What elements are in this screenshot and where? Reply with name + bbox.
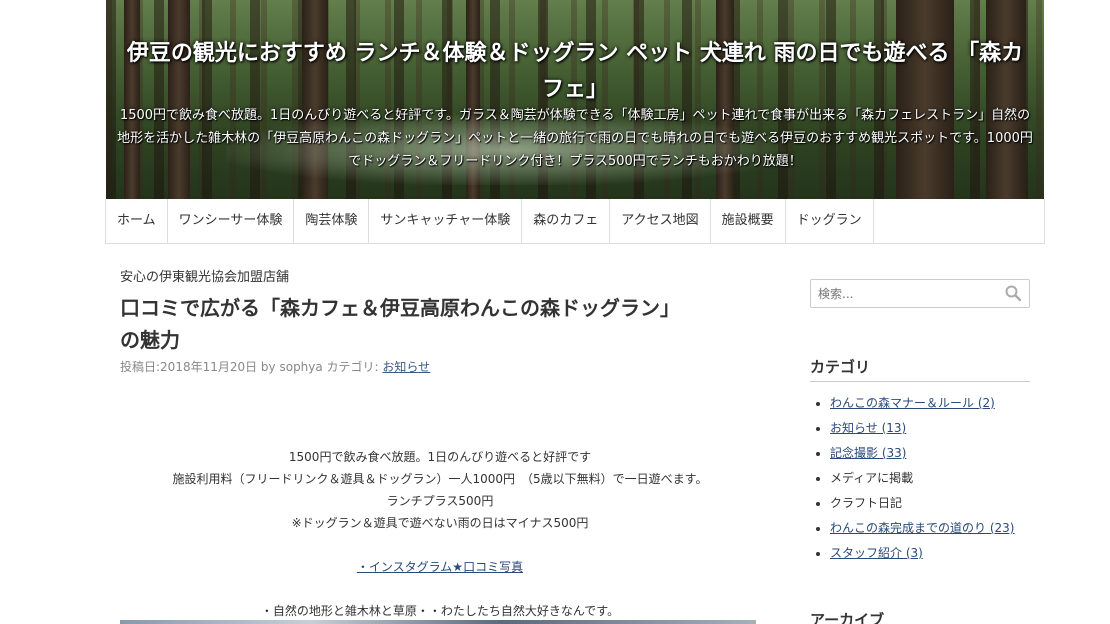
list-item: わんこの森マナー＆ルール (2) [830,391,1030,416]
post-title-line1: 口コミで広がる「森カフェ＆伊豆高原わんこの森ドッグラン」 [120,296,680,320]
list-item: メディアに掲載 [830,466,1030,491]
body-line: 施設利用料（フリードリンク＆遊具＆ドッグラン）一人1000円 （5歳以下無料）で… [172,472,708,486]
search-input[interactable] [811,280,1029,307]
nav-item-dogrun[interactable]: ドッグラン [786,199,874,243]
categories-title: カテゴリ [810,356,1030,382]
post-photo [120,620,756,624]
list-item: スタッフ紹介 (3) [830,541,1030,566]
site-description: 1500円で飲み食べ放題。1日のんびり遊べると好評です。ガラス＆陶芸が体験できる… [117,108,1033,169]
post-title: 口コミで広がる「森カフェ＆伊豆高原わんこの森ドッグラン」 の魅力 [120,292,760,356]
list-item: わんこの森完成までの道のり (23) [830,516,1030,541]
category-link[interactable]: スタッフ紹介 (3) [830,546,923,560]
search-icon[interactable] [1005,285,1021,301]
post-meta-text: 投稿日:2018年11月20日 by sophya カテゴリ: [120,360,383,374]
nav-item-access[interactable]: アクセス地図 [610,199,711,243]
post-title-line2: の魅力 [120,328,180,352]
nav-item-pottery[interactable]: 陶芸体験 [294,199,370,243]
category-link[interactable]: 記念撮影 (33) [830,446,906,460]
list-item: お知らせ (13) [830,416,1030,441]
list-item: 記念撮影 (33) [830,441,1030,466]
archive-title: アーカイブ [810,611,885,624]
category-list: わんこの森マナー＆ルール (2) お知らせ (13) 記念撮影 (33) メディ… [810,391,1030,566]
body-line: ※ドッグラン＆遊具で遊べない雨の日はマイナス500円 [291,516,589,530]
site-header: 伊豆の観光におすすめ ランチ＆体験＆ドッグラン ペット 犬連れ 雨の日でも遊べる… [106,0,1044,199]
instagram-link[interactable]: ・インスタグラム★口コミ写真 [357,560,523,574]
category-link[interactable]: お知らせ (13) [830,421,906,435]
body-line: 1500円で飲み食べ放題。1日のんびり遊べると好評です [288,450,592,464]
main-nav: ホーム ワンシーサー体験 陶芸体験 サンキャッチャー体験 森のカフェ アクセス地… [105,199,1045,244]
nav-item-suncatcher[interactable]: サンキャッチャー体験 [369,199,523,243]
category-link[interactable]: わんこの森マナー＆ルール (2) [830,396,995,410]
nav-item-home[interactable]: ホーム [106,199,168,243]
site-title[interactable]: 伊豆の観光におすすめ ランチ＆体験＆ドッグラン ペット 犬連れ 雨の日でも遊べる… [106,36,1044,108]
sidebar: カテゴリ わんこの森マナー＆ルール (2) お知らせ (13) 記念撮影 (33… [810,279,1030,624]
list-item: クラフト日記 [830,491,1030,516]
post-category-link[interactable]: お知らせ [382,360,430,374]
category-label[interactable]: メディアに掲載 [830,471,913,485]
body-line: ・自然の地形と雑木林と草原・・わたしたち自然大好きなんです。 [260,604,620,618]
category-label[interactable]: クラフト日記 [830,496,902,510]
nav-item-cafe[interactable]: 森のカフェ [522,199,611,243]
post-meta: 投稿日:2018年11月20日 by sophya カテゴリ: お知らせ [120,358,760,376]
post-content: 安心の伊東観光協会加盟店舗 口コミで広がる「森カフェ＆伊豆高原わんこの森ドッグラ… [120,268,760,624]
post-kicker: 安心の伊東観光協会加盟店舗 [120,270,290,285]
nav-item-facility[interactable]: 施設概要 [711,199,786,243]
body-line: ランチプラス500円 [386,494,494,508]
category-link[interactable]: わんこの森完成までの道のり (23) [830,521,1014,535]
post-body: 1500円で飲み食べ放題。1日のんびり遊べると好評です 施設利用料（フリードリン… [120,446,760,622]
search-box [810,279,1030,308]
nav-item-wansisa[interactable]: ワンシーサー体験 [168,199,295,243]
